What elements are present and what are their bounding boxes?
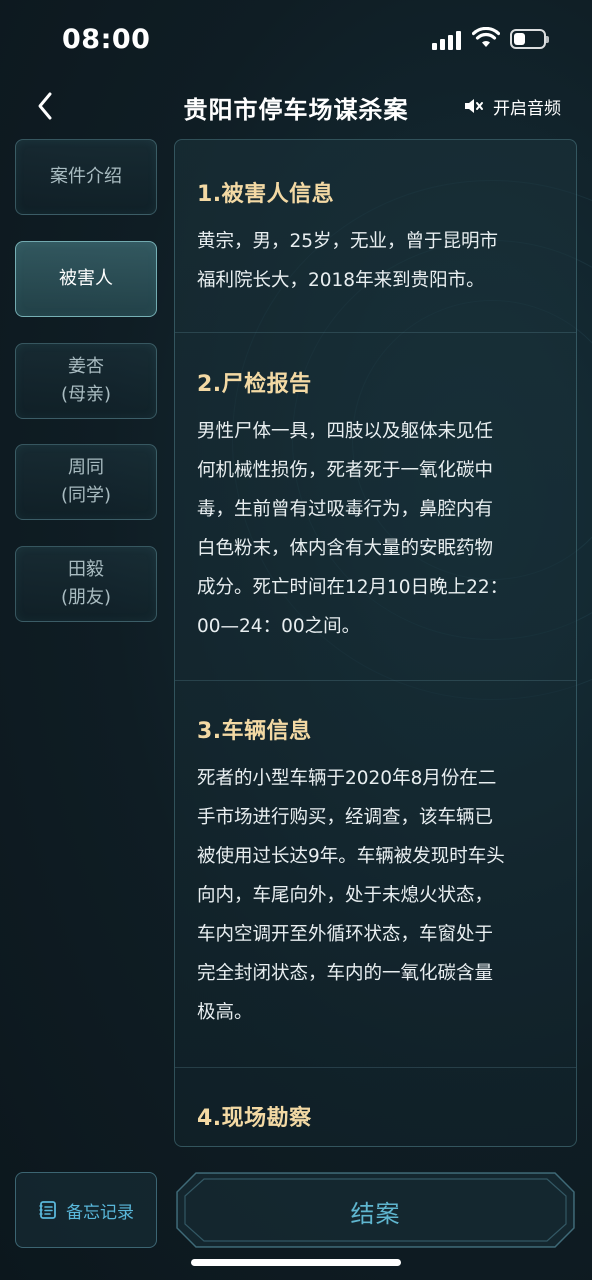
close-case-label: 结案 (350, 1200, 401, 1228)
body-line: 福利院长大，2018年来到贵阳市。 (197, 270, 485, 291)
sidebar-item-sublabel: (朋友) (60, 587, 112, 608)
body-line: 极高。 (197, 1002, 253, 1023)
memo-button[interactable]: 备忘记录 (15, 1172, 157, 1248)
sidebar-item-label: 姜杏 (68, 356, 104, 377)
body-line: 死者的小型车辆于2020年8月份在二 (197, 768, 497, 789)
status-time: 08:00 (62, 24, 151, 55)
body-line: 白色粉末，体内含有大量的安眠药物 (197, 538, 494, 559)
body-line: 毒，生前曾有过吸毒行为，鼻腔内有 (197, 499, 494, 520)
header: 贵阳市停车场谋杀案 开启音频 (0, 80, 592, 132)
sidebar-item-zhou-tong[interactable]: 周同 (同学) (15, 444, 157, 520)
sidebar-item-case-intro[interactable]: 案件介绍 (15, 139, 157, 215)
app-screen: 08:00 贵阳市停车场谋杀案 开启音频 案件介绍 被害人 姜杏 (母亲) 周同… (0, 0, 592, 1280)
section-autopsy-report: 2.尸检报告 男性尸体一具，四肢以及躯体未见任 何机械性损伤，死者死于一氧化碳中… (175, 366, 576, 646)
section-body: 男性尸体一具，四肢以及躯体未见任 何机械性损伤，死者死于一氧化碳中 毒，生前曾有… (197, 412, 554, 646)
section-body: 黄宗，男，25岁，无业，曾于昆明市 福利院长大，2018年来到贵阳市。 (197, 222, 554, 300)
home-indicator[interactable] (191, 1259, 401, 1266)
section-divider (175, 1067, 576, 1068)
body-line: 向内，车尾向外，处于未熄火状态， (197, 885, 494, 906)
body-line: 完全封闭状态，车内的一氧化碳含量 (197, 963, 494, 984)
sidebar-item-jiang-xing[interactable]: 姜杏 (母亲) (15, 343, 157, 419)
body-line: 成分。死亡时间在12月10日晚上22： (197, 577, 509, 598)
section-title: 4.现场勘察 (197, 1106, 312, 1131)
section-title: 1.被害人信息 (197, 182, 335, 207)
sidebar-item-label: 周同 (68, 457, 104, 478)
section-divider (175, 332, 576, 333)
section-title: 3.车辆信息 (197, 719, 312, 744)
sidebar-item-label: 田毅 (68, 559, 104, 580)
sidebar-item-sublabel: (同学) (60, 485, 112, 506)
sidebar-item-victim[interactable]: 被害人 (15, 241, 157, 317)
section-victim-info: 1.被害人信息 黄宗，男，25岁，无业，曾于昆明市 福利院长大，2018年来到贵… (175, 176, 576, 300)
sidebar-item-sublabel: (母亲) (60, 384, 112, 405)
case-detail-panel[interactable]: 1.被害人信息 黄宗，男，25岁，无业，曾于昆明市 福利院长大，2018年来到贵… (174, 139, 577, 1147)
speaker-muted-icon (465, 99, 483, 113)
sidebar-item-label: 被害人 (59, 268, 113, 289)
section-vehicle-info: 3.车辆信息 死者的小型车辆于2020年8月份在二 手市场进行购买，经调查，该车… (175, 713, 576, 1032)
body-line: 黄宗，男，25岁，无业，曾于昆明市 (197, 231, 499, 252)
body-line: 手市场进行购买，经调查，该车辆已 (197, 807, 494, 828)
body-line: 何机械性损伤，死者死于一氧化碳中 (197, 460, 494, 481)
battery-level (514, 33, 525, 45)
battery-icon (510, 29, 549, 49)
section-title: 2.尸检报告 (197, 372, 312, 397)
cellular-signal-icon (432, 30, 464, 50)
section-scene-investigation: 4.现场勘察 (175, 1100, 576, 1132)
wifi-icon (472, 27, 500, 47)
close-case-button[interactable]: 结案 (174, 1170, 577, 1250)
audio-toggle-label: 开启音频 (493, 98, 561, 119)
status-bar: 08:00 (0, 0, 592, 80)
sidebar-item-label: 案件介绍 (50, 166, 122, 187)
section-body: 死者的小型车辆于2020年8月份在二 手市场进行购买，经调查，该车辆已 被使用过… (197, 759, 554, 1032)
body-line: 车内空调开至外循环状态，车窗处于 (197, 924, 494, 945)
body-line: 被使用过长达9年。车辆被发现时车头 (197, 846, 505, 867)
section-divider (175, 680, 576, 681)
body-line: 00—24：00之间。 (197, 616, 361, 637)
body-line: 男性尸体一具，四肢以及躯体未见任 (197, 421, 494, 442)
memo-label: 备忘记录 (66, 1202, 134, 1223)
audio-toggle-button[interactable]: 开启音频 (463, 92, 561, 120)
notebook-icon (39, 1201, 56, 1219)
sidebar-item-tian-yi[interactable]: 田毅 (朋友) (15, 546, 157, 622)
